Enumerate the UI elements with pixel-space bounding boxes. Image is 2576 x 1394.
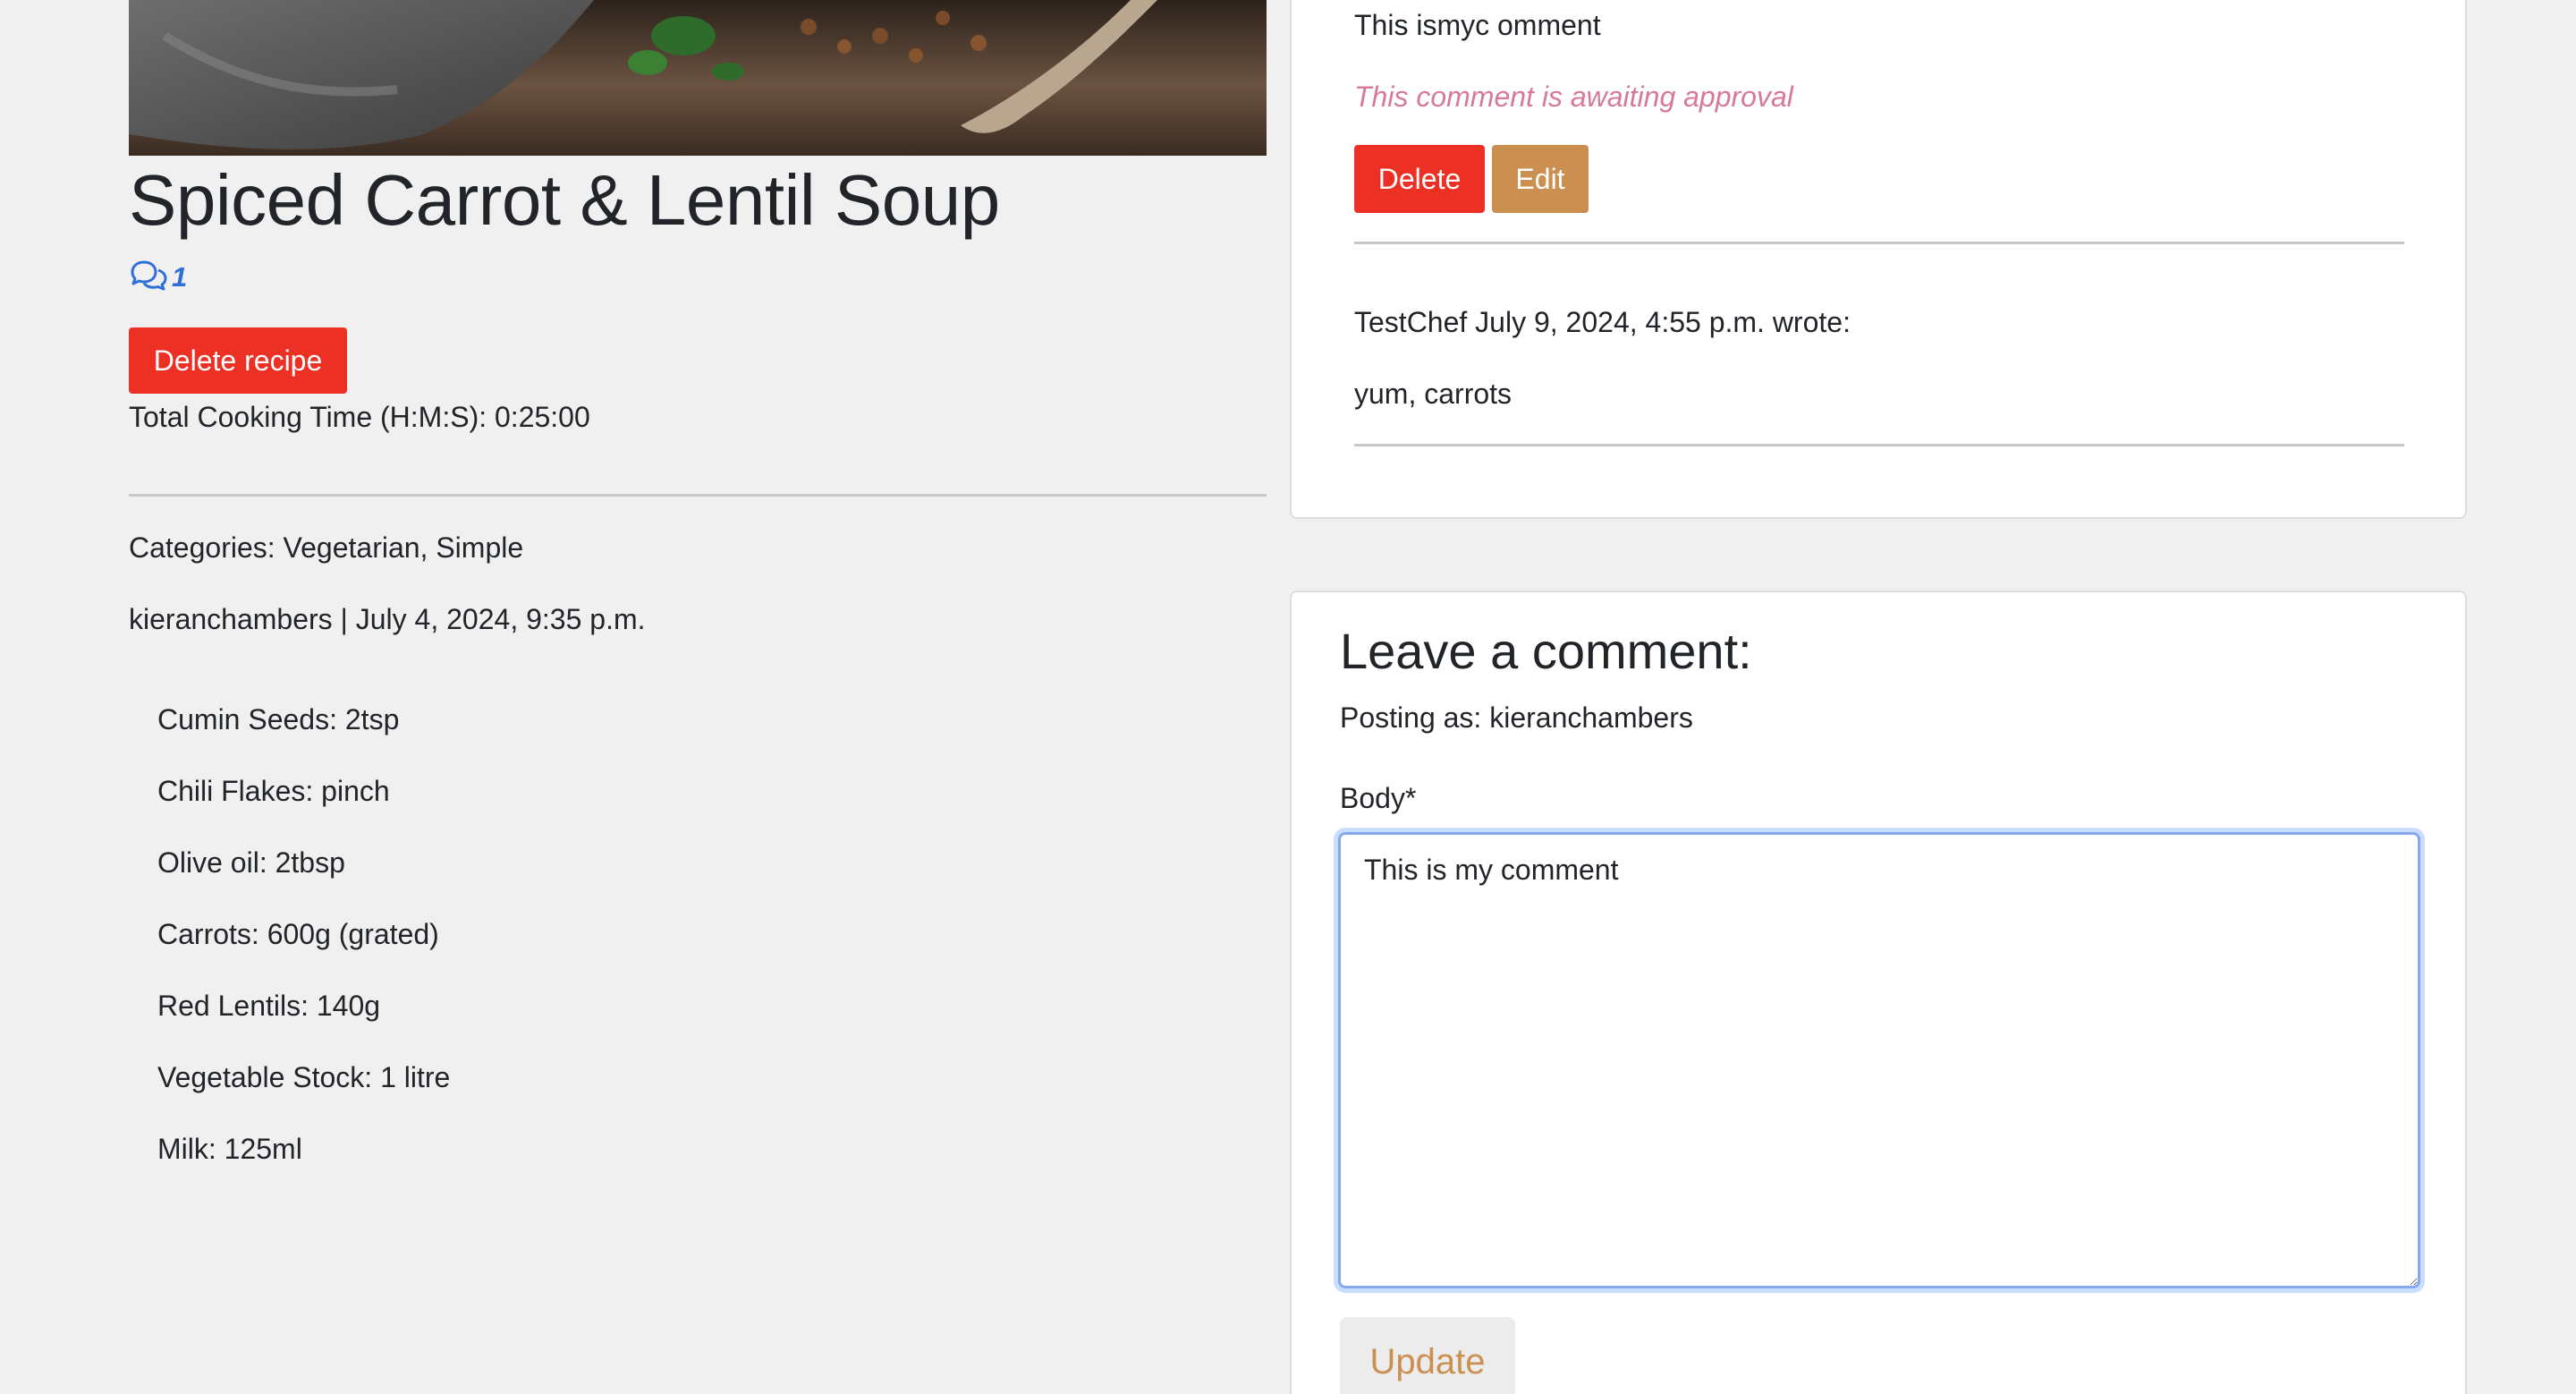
- divider: [129, 494, 1267, 497]
- update-button[interactable]: Update: [1340, 1317, 1515, 1394]
- edit-comment-button[interactable]: Edit: [1492, 145, 1589, 213]
- comment-body-textarea[interactable]: This is my comment: [1338, 832, 2420, 1288]
- comment-divider: [1354, 242, 2404, 244]
- ingredient-item: Cumin Seeds: 2tsp: [157, 703, 400, 735]
- ingredient-item: Carrots: 600g (grated): [157, 918, 439, 950]
- comments-icon: [129, 259, 168, 296]
- comment-body: yum, carrots: [1354, 378, 1513, 410]
- ingredient-list: Cumin Seeds: 2tsp Chili Flakes: pinch Ol…: [157, 701, 450, 1203]
- comment-awaiting-approval: This comment is awaiting approval: [1354, 81, 1793, 113]
- body-label: Body*: [1340, 782, 1417, 814]
- recipe-categories: Categories: Vegetarian, Simple: [129, 531, 524, 564]
- comments-card: [1290, 0, 2467, 519]
- recipe-title: Spiced Carrot & Lentil Soup: [129, 160, 1000, 240]
- comment-divider: [1354, 444, 2404, 446]
- comment-body: This ismyc omment: [1354, 9, 1601, 41]
- ingredient-item: Red Lentils: 140g: [157, 990, 381, 1022]
- ingredient-item: Olive oil: 2tbsp: [157, 846, 345, 879]
- delete-comment-button[interactable]: Delete: [1354, 145, 1485, 213]
- recipe-byline: kieranchambers | July 4, 2024, 9:35 p.m.: [129, 603, 646, 635]
- delete-recipe-button[interactable]: Delete recipe: [129, 327, 347, 394]
- ingredient-item: Chili Flakes: pinch: [157, 775, 390, 807]
- ingredient-item: Vegetable Stock: 1 litre: [157, 1061, 451, 1093]
- cooking-time: Total Cooking Time (H:M:S): 0:25:00: [129, 401, 590, 433]
- comment-count-link[interactable]: 1: [129, 259, 187, 295]
- recipe-detail-page: Spiced Carrot & Lentil Soup 1 Delete rec…: [0, 0, 2576, 1394]
- recipe-image: [129, 0, 1267, 156]
- comment-count: 1: [172, 261, 188, 293]
- posting-as: Posting as: kieranchambers: [1340, 701, 1693, 734]
- comment-form-heading: Leave a comment:: [1340, 623, 1752, 679]
- comment-meta: TestChef July 9, 2024, 4:55 p.m. wrote:: [1354, 306, 1851, 338]
- ingredient-item: Milk: 125ml: [157, 1133, 302, 1165]
